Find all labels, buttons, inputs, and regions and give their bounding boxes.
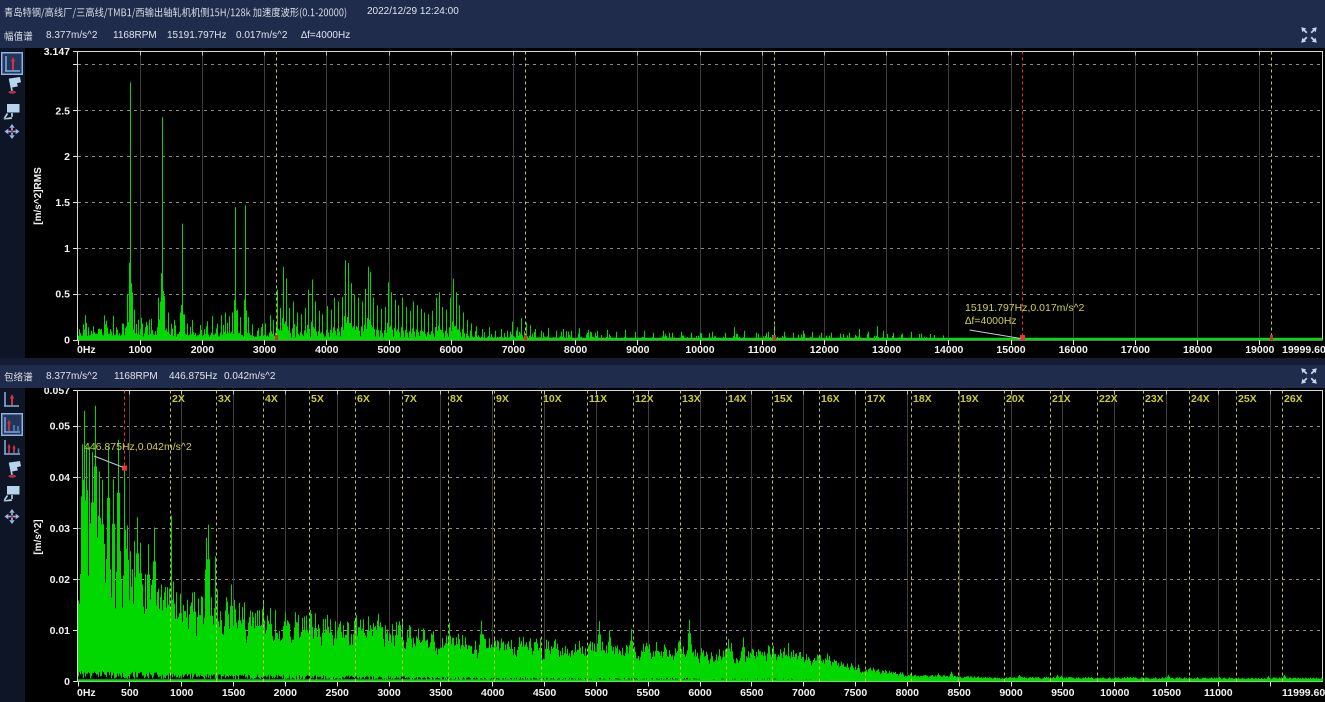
svg-text:15000: 15000 <box>996 344 1025 356</box>
svg-text:2000: 2000 <box>191 344 215 356</box>
svg-text:0.5: 0.5 <box>55 289 70 301</box>
svg-text:26X: 26X <box>1284 393 1303 405</box>
svg-text:19X: 19X <box>960 393 979 405</box>
svg-text:0.04: 0.04 <box>50 472 71 484</box>
svg-text:12X: 12X <box>635 393 654 405</box>
svg-text:12000: 12000 <box>810 344 839 356</box>
svg-text:1500: 1500 <box>222 687 246 699</box>
svg-text:1000: 1000 <box>170 687 194 699</box>
svg-text:1: 1 <box>64 243 70 255</box>
svg-text:5X: 5X <box>311 393 324 405</box>
svg-text:19999.60: 19999.60 <box>1282 344 1325 356</box>
svg-text:4000: 4000 <box>315 344 339 356</box>
svg-text:15X: 15X <box>774 393 793 405</box>
svg-text:500: 500 <box>121 687 139 699</box>
svg-text:22X: 22X <box>1099 393 1118 405</box>
svg-text:7X: 7X <box>404 393 417 405</box>
svg-text:5000: 5000 <box>585 687 609 699</box>
svg-text:13000: 13000 <box>872 344 901 356</box>
svg-text:2X: 2X <box>172 393 185 405</box>
svg-text:10000: 10000 <box>685 344 714 356</box>
svg-text:23X: 23X <box>1145 393 1164 405</box>
svg-text:16X: 16X <box>821 393 840 405</box>
svg-text:11000: 11000 <box>1204 687 1233 699</box>
svg-text:15191.797Hz,0.017m/s^2: 15191.797Hz,0.017m/s^2 <box>965 302 1085 314</box>
svg-text:2: 2 <box>64 151 70 163</box>
svg-text:7500: 7500 <box>844 687 868 699</box>
svg-text:0Hz: 0Hz <box>77 344 96 356</box>
svg-text:3000: 3000 <box>253 344 277 356</box>
svg-text:16000: 16000 <box>1059 344 1088 356</box>
svg-text:446.875Hz,0.042m/s^2: 446.875Hz,0.042m/s^2 <box>84 441 192 453</box>
svg-text:8000: 8000 <box>896 687 920 699</box>
svg-text:0.05: 0.05 <box>50 421 71 433</box>
svg-text:6000: 6000 <box>440 344 464 356</box>
svg-text:0Hz: 0Hz <box>77 687 96 699</box>
svg-text:2000: 2000 <box>274 687 298 699</box>
svg-text:0.02: 0.02 <box>50 574 71 586</box>
svg-text:8X: 8X <box>450 393 463 405</box>
svg-text:6X: 6X <box>357 393 370 405</box>
svg-text:6000: 6000 <box>688 687 712 699</box>
svg-text:6500: 6500 <box>740 687 764 699</box>
svg-text:11000: 11000 <box>748 344 777 356</box>
svg-text:[m/s^2]: [m/s^2] <box>33 519 44 554</box>
svg-text:24X: 24X <box>1191 393 1210 405</box>
svg-text:9000: 9000 <box>626 344 650 356</box>
svg-text:11999.60: 11999.60 <box>1282 687 1325 699</box>
svg-text:3000: 3000 <box>377 687 401 699</box>
svg-text:21X: 21X <box>1052 393 1071 405</box>
svg-text:13X: 13X <box>682 393 701 405</box>
svg-text:9X: 9X <box>496 393 509 405</box>
svg-text:0.03: 0.03 <box>50 523 71 535</box>
svg-text:20X: 20X <box>1006 393 1025 405</box>
svg-text:18000: 18000 <box>1183 344 1212 356</box>
svg-text:9000: 9000 <box>999 687 1023 699</box>
svg-text:0: 0 <box>64 335 70 347</box>
svg-text:17X: 17X <box>867 393 886 405</box>
svg-text:3X: 3X <box>218 393 231 405</box>
svg-text:5500: 5500 <box>637 687 661 699</box>
svg-text:10500: 10500 <box>1152 687 1181 699</box>
svg-text:∆f=4000Hz: ∆f=4000Hz <box>965 315 1017 327</box>
svg-text:25X: 25X <box>1238 393 1257 405</box>
svg-text:4500: 4500 <box>533 687 557 699</box>
svg-text:4X: 4X <box>265 393 278 405</box>
svg-text:1000: 1000 <box>129 344 153 356</box>
svg-text:14X: 14X <box>728 393 747 405</box>
svg-text:11X: 11X <box>589 393 607 405</box>
svg-text:3500: 3500 <box>429 687 453 699</box>
svg-text:10X: 10X <box>543 393 562 405</box>
svg-text:8000: 8000 <box>564 344 588 356</box>
svg-text:0.057: 0.057 <box>44 388 70 397</box>
svg-text:2500: 2500 <box>326 687 350 699</box>
svg-text:9500: 9500 <box>1051 687 1075 699</box>
svg-text:17000: 17000 <box>1121 344 1150 356</box>
svg-text:[m/s^2]RMS: [m/s^2]RMS <box>33 167 44 225</box>
svg-text:2.5: 2.5 <box>55 105 70 117</box>
svg-text:10000: 10000 <box>1100 687 1129 699</box>
svg-text:0: 0 <box>64 676 70 688</box>
svg-text:19000: 19000 <box>1245 344 1274 356</box>
svg-text:0.01: 0.01 <box>50 625 71 637</box>
svg-text:14000: 14000 <box>934 344 963 356</box>
svg-text:3.147: 3.147 <box>44 48 70 58</box>
svg-text:5000: 5000 <box>377 344 401 356</box>
svg-text:7000: 7000 <box>502 344 526 356</box>
svg-text:7000: 7000 <box>792 687 816 699</box>
svg-text:4000: 4000 <box>481 687 505 699</box>
svg-text:8500: 8500 <box>948 687 972 699</box>
svg-text:18X: 18X <box>913 393 932 405</box>
svg-text:1.5: 1.5 <box>55 197 70 209</box>
